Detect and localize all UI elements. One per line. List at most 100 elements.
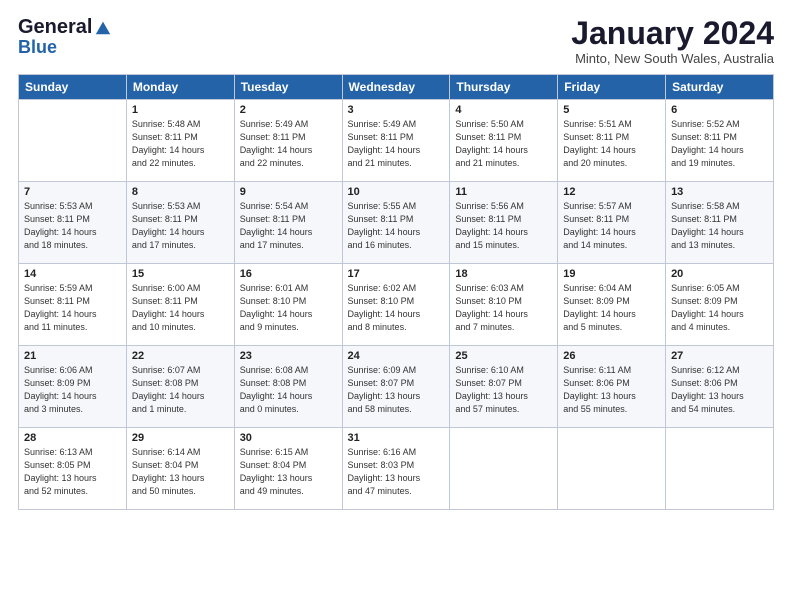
calendar-cell: 25Sunrise: 6:10 AMSunset: 8:07 PMDayligh… bbox=[450, 346, 558, 428]
day-number: 31 bbox=[348, 432, 445, 444]
day-info: Sunrise: 6:05 AMSunset: 8:09 PMDaylight:… bbox=[671, 282, 768, 334]
calendar-cell: 11Sunrise: 5:56 AMSunset: 8:11 PMDayligh… bbox=[450, 182, 558, 264]
day-info: Sunrise: 6:11 AMSunset: 8:06 PMDaylight:… bbox=[563, 364, 660, 416]
day-header-monday: Monday bbox=[126, 75, 234, 100]
day-number: 29 bbox=[132, 432, 229, 444]
calendar-cell: 14 Sunrise: 5:59 AMSunset: 8:11 PMDayligh… bbox=[19, 264, 127, 346]
day-number: 20 bbox=[671, 268, 768, 280]
calendar-cell: 29 Sunrise: 6:14 AMSunset: 8:04 PMDayligh… bbox=[126, 428, 234, 510]
calendar-cell bbox=[558, 428, 666, 510]
logo-icon bbox=[94, 18, 112, 36]
calendar-cell: 4 Sunrise: 5:50 AMSunset: 8:11 PMDaylight… bbox=[450, 100, 558, 182]
day-header-friday: Friday bbox=[558, 75, 666, 100]
day-number: 24 bbox=[348, 350, 445, 362]
day-info: Sunrise: 6:00 AMSunset: 8:11 PMDaylight:… bbox=[132, 282, 229, 334]
calendar-cell: 2Sunrise: 5:49 AMSunset: 8:11 PMDaylight… bbox=[234, 100, 342, 182]
day-number: 13 bbox=[671, 186, 768, 198]
day-info: Sunrise: 5:54 AMSunset: 8:11 PMDaylight:… bbox=[240, 200, 337, 252]
calendar-cell: 28 Sunrise: 6:13 AMSunset: 8:05 PMDayligh… bbox=[19, 428, 127, 510]
calendar-cell: 27 Sunrise: 6:12 AMSunset: 8:06 PMDayligh… bbox=[666, 346, 774, 428]
day-number: 5 bbox=[563, 104, 660, 116]
day-number: 30 bbox=[240, 432, 337, 444]
day-header-sunday: Sunday bbox=[19, 75, 127, 100]
day-number: 14 bbox=[24, 268, 121, 280]
logo-general: General bbox=[18, 16, 92, 38]
week-row-1: 1Sunrise: 5:48 AMSunset: 8:11 PMDaylight… bbox=[19, 100, 774, 182]
day-header-tuesday: Tuesday bbox=[234, 75, 342, 100]
day-header-thursday: Thursday bbox=[450, 75, 558, 100]
day-number: 3 bbox=[348, 104, 445, 116]
day-info: Sunrise: 6:01 AMSunset: 8:10 PMDaylight:… bbox=[240, 282, 337, 334]
calendar-cell: 9 Sunrise: 5:54 AMSunset: 8:11 PMDaylight… bbox=[234, 182, 342, 264]
calendar-cell: 21Sunrise: 6:06 AMSunset: 8:09 PMDayligh… bbox=[19, 346, 127, 428]
day-info: Sunrise: 6:06 AMSunset: 8:09 PMDaylight:… bbox=[24, 364, 121, 416]
day-number: 11 bbox=[455, 186, 552, 198]
calendar-cell: 24Sunrise: 6:09 AMSunset: 8:07 PMDayligh… bbox=[342, 346, 450, 428]
day-header-wednesday: Wednesday bbox=[342, 75, 450, 100]
day-info: Sunrise: 5:55 AMSunset: 8:11 PMDaylight:… bbox=[348, 200, 445, 252]
day-info: Sunrise: 6:10 AMSunset: 8:07 PMDaylight:… bbox=[455, 364, 552, 416]
day-number: 7 bbox=[24, 186, 121, 198]
calendar-cell: 7Sunrise: 5:53 AMSunset: 8:11 PMDaylight… bbox=[19, 182, 127, 264]
calendar-cell: 15 Sunrise: 6:00 AMSunset: 8:11 PMDayligh… bbox=[126, 264, 234, 346]
calendar-cell: 5 Sunrise: 5:51 AMSunset: 8:11 PMDaylight… bbox=[558, 100, 666, 182]
subtitle: Minto, New South Wales, Australia bbox=[571, 51, 774, 66]
day-info: Sunrise: 6:15 AMSunset: 8:04 PMDaylight:… bbox=[240, 446, 337, 498]
day-number: 6 bbox=[671, 104, 768, 116]
day-number: 1 bbox=[132, 104, 229, 116]
day-info: Sunrise: 5:52 AMSunset: 8:11 PMDaylight:… bbox=[671, 118, 768, 170]
day-number: 9 bbox=[240, 186, 337, 198]
day-info: Sunrise: 5:51 AMSunset: 8:11 PMDaylight:… bbox=[563, 118, 660, 170]
month-title: January 2024 bbox=[571, 16, 774, 51]
calendar-cell bbox=[450, 428, 558, 510]
day-info: Sunrise: 6:14 AMSunset: 8:04 PMDaylight:… bbox=[132, 446, 229, 498]
calendar-table: SundayMondayTuesdayWednesdayThursdayFrid… bbox=[18, 74, 774, 510]
day-number: 15 bbox=[132, 268, 229, 280]
day-info: Sunrise: 6:04 AMSunset: 8:09 PMDaylight:… bbox=[563, 282, 660, 334]
day-info: Sunrise: 6:08 AMSunset: 8:08 PMDaylight:… bbox=[240, 364, 337, 416]
logo: General Blue bbox=[18, 16, 112, 58]
day-info: Sunrise: 5:49 AMSunset: 8:11 PMDaylight:… bbox=[240, 118, 337, 170]
day-number: 28 bbox=[24, 432, 121, 444]
title-block: January 2024 Minto, New South Wales, Aus… bbox=[571, 16, 774, 66]
page: General Blue January 2024 Minto, New Sou… bbox=[0, 0, 792, 520]
day-number: 12 bbox=[563, 186, 660, 198]
day-info: Sunrise: 6:02 AMSunset: 8:10 PMDaylight:… bbox=[348, 282, 445, 334]
calendar-cell: 20 Sunrise: 6:05 AMSunset: 8:09 PMDayligh… bbox=[666, 264, 774, 346]
day-number: 27 bbox=[671, 350, 768, 362]
day-info: Sunrise: 5:49 AMSunset: 8:11 PMDaylight:… bbox=[348, 118, 445, 170]
day-info: Sunrise: 6:07 AMSunset: 8:08 PMDaylight:… bbox=[132, 364, 229, 416]
calendar-cell: 26 Sunrise: 6:11 AMSunset: 8:06 PMDayligh… bbox=[558, 346, 666, 428]
day-number: 16 bbox=[240, 268, 337, 280]
day-number: 26 bbox=[563, 350, 660, 362]
day-info: Sunrise: 6:12 AMSunset: 8:06 PMDaylight:… bbox=[671, 364, 768, 416]
calendar-cell: 22 Sunrise: 6:07 AMSunset: 8:08 PMDayligh… bbox=[126, 346, 234, 428]
calendar-cell bbox=[19, 100, 127, 182]
day-number: 17 bbox=[348, 268, 445, 280]
day-info: Sunrise: 6:13 AMSunset: 8:05 PMDaylight:… bbox=[24, 446, 121, 498]
calendar-cell: 12 Sunrise: 5:57 AMSunset: 8:11 PMDayligh… bbox=[558, 182, 666, 264]
calendar-cell bbox=[666, 428, 774, 510]
day-number: 18 bbox=[455, 268, 552, 280]
calendar-cell: 1Sunrise: 5:48 AMSunset: 8:11 PMDaylight… bbox=[126, 100, 234, 182]
calendar-cell: 8Sunrise: 5:53 AMSunset: 8:11 PMDaylight… bbox=[126, 182, 234, 264]
calendar-cell: 31Sunrise: 6:16 AMSunset: 8:03 PMDayligh… bbox=[342, 428, 450, 510]
week-row-4: 21Sunrise: 6:06 AMSunset: 8:09 PMDayligh… bbox=[19, 346, 774, 428]
calendar-cell: 3 Sunrise: 5:49 AMSunset: 8:11 PMDaylight… bbox=[342, 100, 450, 182]
day-number: 4 bbox=[455, 104, 552, 116]
week-row-2: 7 Sunrise: 5:53 AMSunset: 8:11 PMDaylight… bbox=[19, 182, 774, 264]
day-info: Sunrise: 5:57 AMSunset: 8:11 PMDaylight:… bbox=[563, 200, 660, 252]
week-row-5: 28 Sunrise: 6:13 AMSunset: 8:05 PMDayligh… bbox=[19, 428, 774, 510]
days-header-row: SundayMondayTuesdayWednesdayThursdayFrid… bbox=[19, 75, 774, 100]
day-info: Sunrise: 5:53 AMSunset: 8:11 PMDaylight:… bbox=[132, 200, 229, 252]
day-number: 19 bbox=[563, 268, 660, 280]
calendar-cell: 30 Sunrise: 6:15 AMSunset: 8:04 PMDayligh… bbox=[234, 428, 342, 510]
day-number: 10 bbox=[348, 186, 445, 198]
calendar-cell: 17 Sunrise: 6:02 AMSunset: 8:10 PMDayligh… bbox=[342, 264, 450, 346]
calendar-cell: 23Sunrise: 6:08 AMSunset: 8:08 PMDayligh… bbox=[234, 346, 342, 428]
day-number: 22 bbox=[132, 350, 229, 362]
day-info: Sunrise: 5:50 AMSunset: 8:11 PMDaylight:… bbox=[455, 118, 552, 170]
calendar-cell: 18Sunrise: 6:03 AMSunset: 8:10 PMDayligh… bbox=[450, 264, 558, 346]
day-info: Sunrise: 5:59 AMSunset: 8:11 PMDaylight:… bbox=[24, 282, 121, 334]
header: General Blue January 2024 Minto, New Sou… bbox=[18, 16, 774, 66]
